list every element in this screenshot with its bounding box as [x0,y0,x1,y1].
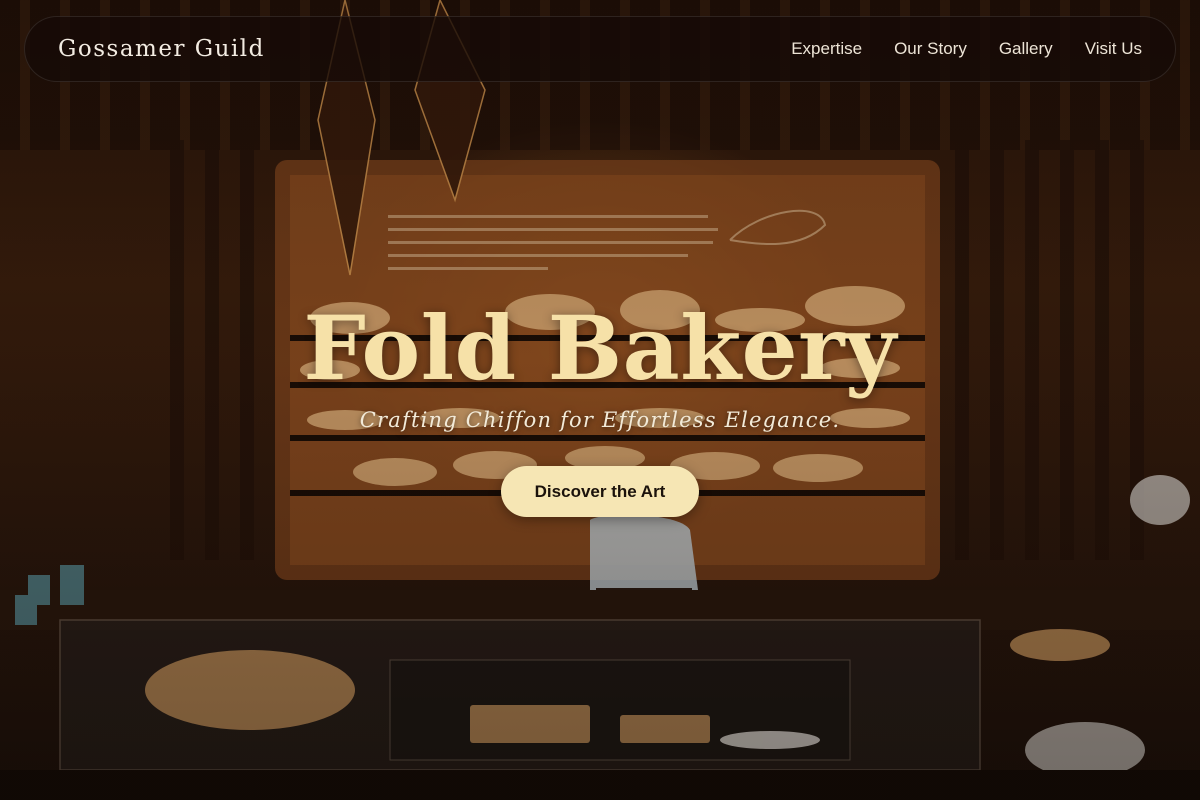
hero-subtitle: Crafting Chiffon for Effortless Elegance… [359,408,841,432]
hero-title: Fold Bakery [303,296,897,400]
hero-section: Fold Bakery Crafting Chiffon for Effortl… [0,0,1200,800]
discover-the-art-button[interactable]: Discover the Art [501,466,699,517]
